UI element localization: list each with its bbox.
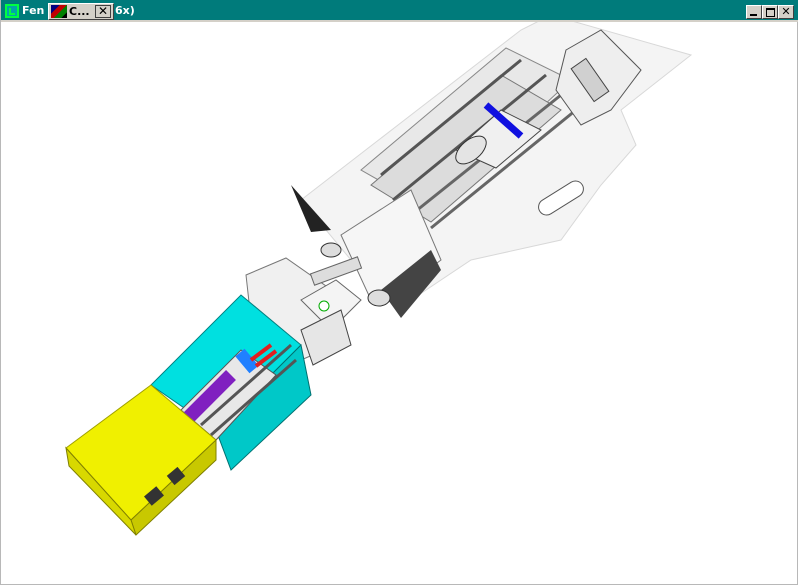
- minimize-button[interactable]: [746, 5, 762, 19]
- application-window: Fen C... ✕ 6x) ✕: [0, 0, 798, 585]
- upper-cylinder-assembly: [291, 22, 693, 318]
- cad-viewport[interactable]: [1, 22, 797, 584]
- lower-cylinder-assembly: [65, 256, 363, 536]
- cad-app-icon: [51, 5, 67, 18]
- window-title-right: 6x): [115, 4, 135, 17]
- minimize-icon: [750, 14, 757, 16]
- overlay-task-button[interactable]: C... ✕: [48, 3, 114, 20]
- title-bar[interactable]: Fen C... ✕ 6x) ✕: [1, 0, 798, 22]
- close-button[interactable]: ✕: [778, 5, 794, 19]
- window-title-left: Fen: [22, 4, 45, 17]
- overlay-task-label: C...: [69, 5, 90, 18]
- maximize-icon: [766, 8, 775, 17]
- close-icon: ✕: [781, 5, 791, 18]
- overlay-close-button[interactable]: ✕: [95, 5, 111, 18]
- app-window-icon[interactable]: [5, 4, 19, 18]
- maximize-button[interactable]: [762, 5, 778, 19]
